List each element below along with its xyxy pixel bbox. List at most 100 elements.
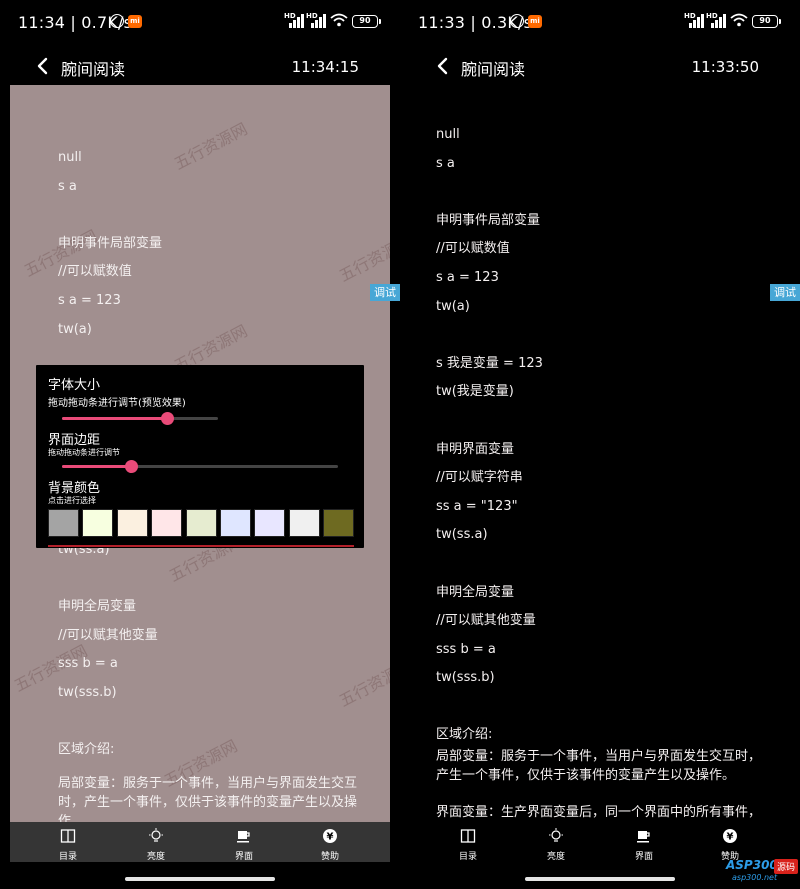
nav-sponsor[interactable]: ¥ 赞助	[700, 822, 760, 862]
color-swatches	[48, 509, 355, 537]
color-swatch[interactable]	[116, 509, 148, 537]
color-swatch[interactable]	[48, 509, 79, 537]
text-line: s 我是变量 = 123	[436, 355, 543, 371]
nav-label: 赞助	[320, 852, 339, 862]
background-color-title: 背景颜色	[48, 481, 101, 496]
cup-icon	[637, 831, 650, 843]
color-swatch[interactable]	[323, 509, 355, 537]
mi-app-icon: mi	[128, 15, 142, 28]
text-line: null	[436, 127, 460, 142]
svg-text:¥: ¥	[727, 832, 734, 843]
nav-label: 界面	[634, 852, 653, 862]
brand-logo: ASP300 源码 asp300.net	[726, 858, 798, 886]
text-lines: tw(ss.a) 申明全局变量//可以赋其他变量 sss b = a tw(sss.b…	[58, 536, 358, 765]
home-indicator[interactable]	[125, 877, 275, 881]
svg-text:¥: ¥	[327, 832, 334, 843]
text-line: 申明全局变量	[58, 599, 137, 615]
signal-icon: HD	[306, 12, 326, 28]
cup-icon	[237, 831, 250, 843]
margin-slider[interactable]	[62, 460, 338, 473]
wifi-icon	[730, 13, 748, 27]
nav-interface[interactable]: 界面	[214, 822, 274, 862]
text-line: s a	[436, 155, 455, 171]
bulb-icon	[149, 828, 163, 842]
color-swatch[interactable]	[151, 509, 183, 537]
nav-label: 目录	[458, 852, 477, 862]
text-line: ss a = "123"	[436, 498, 518, 514]
nav-sponsor[interactable]: ¥ 赞助	[300, 822, 360, 862]
nav-brightness[interactable]: 亮度	[526, 822, 586, 862]
status-bar: 11:34 | 0.7K/s mi HD HD 90	[0, 0, 400, 44]
text-paragraph: 局部变量：服务于一个事件，当用户与界面发生交互时，产生一个事件，仅供于该事件的变…	[58, 776, 358, 822]
right-phone-screen: 11:33 | 0.3K/s mi HD HD 90 腕间阅读 11:33:50…	[400, 0, 800, 889]
text-line: tw(a)	[58, 321, 92, 337]
status-bar: 11:33 | 0.3K/s mi HD HD 90	[400, 0, 800, 44]
bottom-nav: 目录 亮度 界面 ¥ 赞助	[10, 822, 390, 862]
nav-catalog[interactable]: 目录	[438, 822, 498, 862]
text-line: s a = 123	[436, 269, 499, 285]
toolbar: 腕间阅读 11:34:15	[0, 44, 400, 88]
text-lines: 局部变量：服务于一个事件，当用户与界面发生交互时，产生一个事件，仅供于该事件的变…	[58, 769, 358, 822]
slider-thumb[interactable]	[125, 460, 138, 473]
slider-fill	[62, 465, 131, 468]
left-phone-screen: 11:34 | 0.7K/s mi HD HD 90 腕间阅读 11:34:15…	[0, 0, 400, 889]
back-arrow-icon[interactable]	[34, 56, 52, 76]
nav-interface[interactable]: 界面	[614, 822, 674, 862]
color-swatch[interactable]	[185, 509, 217, 537]
text-lines: 局部变量：服务于一个事件，当用户与界面发生交互时，产生一个事件，仅供于该事件的变…	[436, 742, 770, 822]
font-size-slider[interactable]	[62, 412, 218, 425]
text-line: 申明事件局部变量	[58, 235, 163, 251]
text-line: sss b = a	[436, 641, 496, 657]
wifi-icon	[330, 13, 348, 27]
page-title: 腕间阅读	[461, 60, 526, 79]
color-swatch[interactable]	[82, 509, 114, 537]
nav-label: 目录	[58, 852, 77, 862]
debug-tab[interactable]: 调试	[770, 284, 800, 301]
brand-logo-text: ASP300	[726, 858, 778, 872]
reader-content[interactable]: null s a 申明事件局部变量 //可以赋数值 s a = 123 tw(a) s 我是…	[410, 85, 790, 822]
signal-icon: HD	[684, 12, 704, 28]
signal-icon: HD	[706, 12, 726, 28]
text-line: //可以赋其他变量	[58, 627, 158, 643]
margin-hint: 拖动拖动条进行调节	[48, 448, 120, 457]
signal-icon: HD	[284, 12, 304, 28]
debug-tab[interactable]: 调试	[370, 284, 400, 301]
battery-icon: 90	[752, 15, 781, 28]
home-indicator[interactable]	[525, 877, 675, 881]
text-line: //可以赋其他变量	[436, 613, 536, 629]
brand-domain: asp300.net	[732, 873, 778, 882]
brand-tag: 源码	[773, 859, 798, 874]
background-color-hint: 点击进行选择	[48, 496, 96, 505]
color-swatch[interactable]	[254, 509, 286, 537]
yuan-icon: ¥	[723, 829, 737, 843]
color-swatch[interactable]	[220, 509, 251, 537]
slider-thumb[interactable]	[160, 412, 174, 425]
color-swatch[interactable]	[288, 509, 320, 537]
panel-underline	[48, 545, 354, 547]
nav-label: 界面	[234, 852, 253, 862]
book-icon	[460, 829, 476, 843]
text-line: tw(我是变量)	[436, 384, 514, 400]
text-line: tw(a)	[436, 298, 470, 314]
font-size-title: 字体大小	[48, 378, 101, 393]
text-paragraph: 界面变量：生产界面变量后，同一个界面中的所有事件，均可对其进行操作。	[436, 805, 762, 820]
text-line: 申明界面变量	[436, 441, 515, 457]
back-arrow-icon[interactable]	[434, 56, 452, 76]
text-lines: null s a 申明事件局部变量 //可以赋数值 s a = 123 tw(a)	[58, 144, 358, 344]
text-line: //可以赋数值	[58, 264, 132, 280]
margin-title: 界面边距	[48, 433, 101, 448]
text-line: tw(sss.b)	[436, 670, 495, 686]
text-lines: null s a 申明事件局部变量 //可以赋数值 s a = 123 tw(a) s 我是…	[436, 121, 770, 750]
settings-panel: 字体大小 拖动拖动条进行调节(预览效果) 界面边距 拖动拖动条进行调节 背景颜色…	[36, 365, 364, 548]
text-line: 申明全局变量	[436, 584, 515, 600]
nav-brightness[interactable]: 亮度	[126, 822, 186, 862]
nav-label: 亮度	[146, 852, 165, 862]
slider-fill	[62, 417, 167, 420]
nav-catalog[interactable]: 目录	[38, 822, 98, 862]
text-line: tw(sss.b)	[58, 684, 117, 700]
text-line: s a	[58, 178, 77, 194]
